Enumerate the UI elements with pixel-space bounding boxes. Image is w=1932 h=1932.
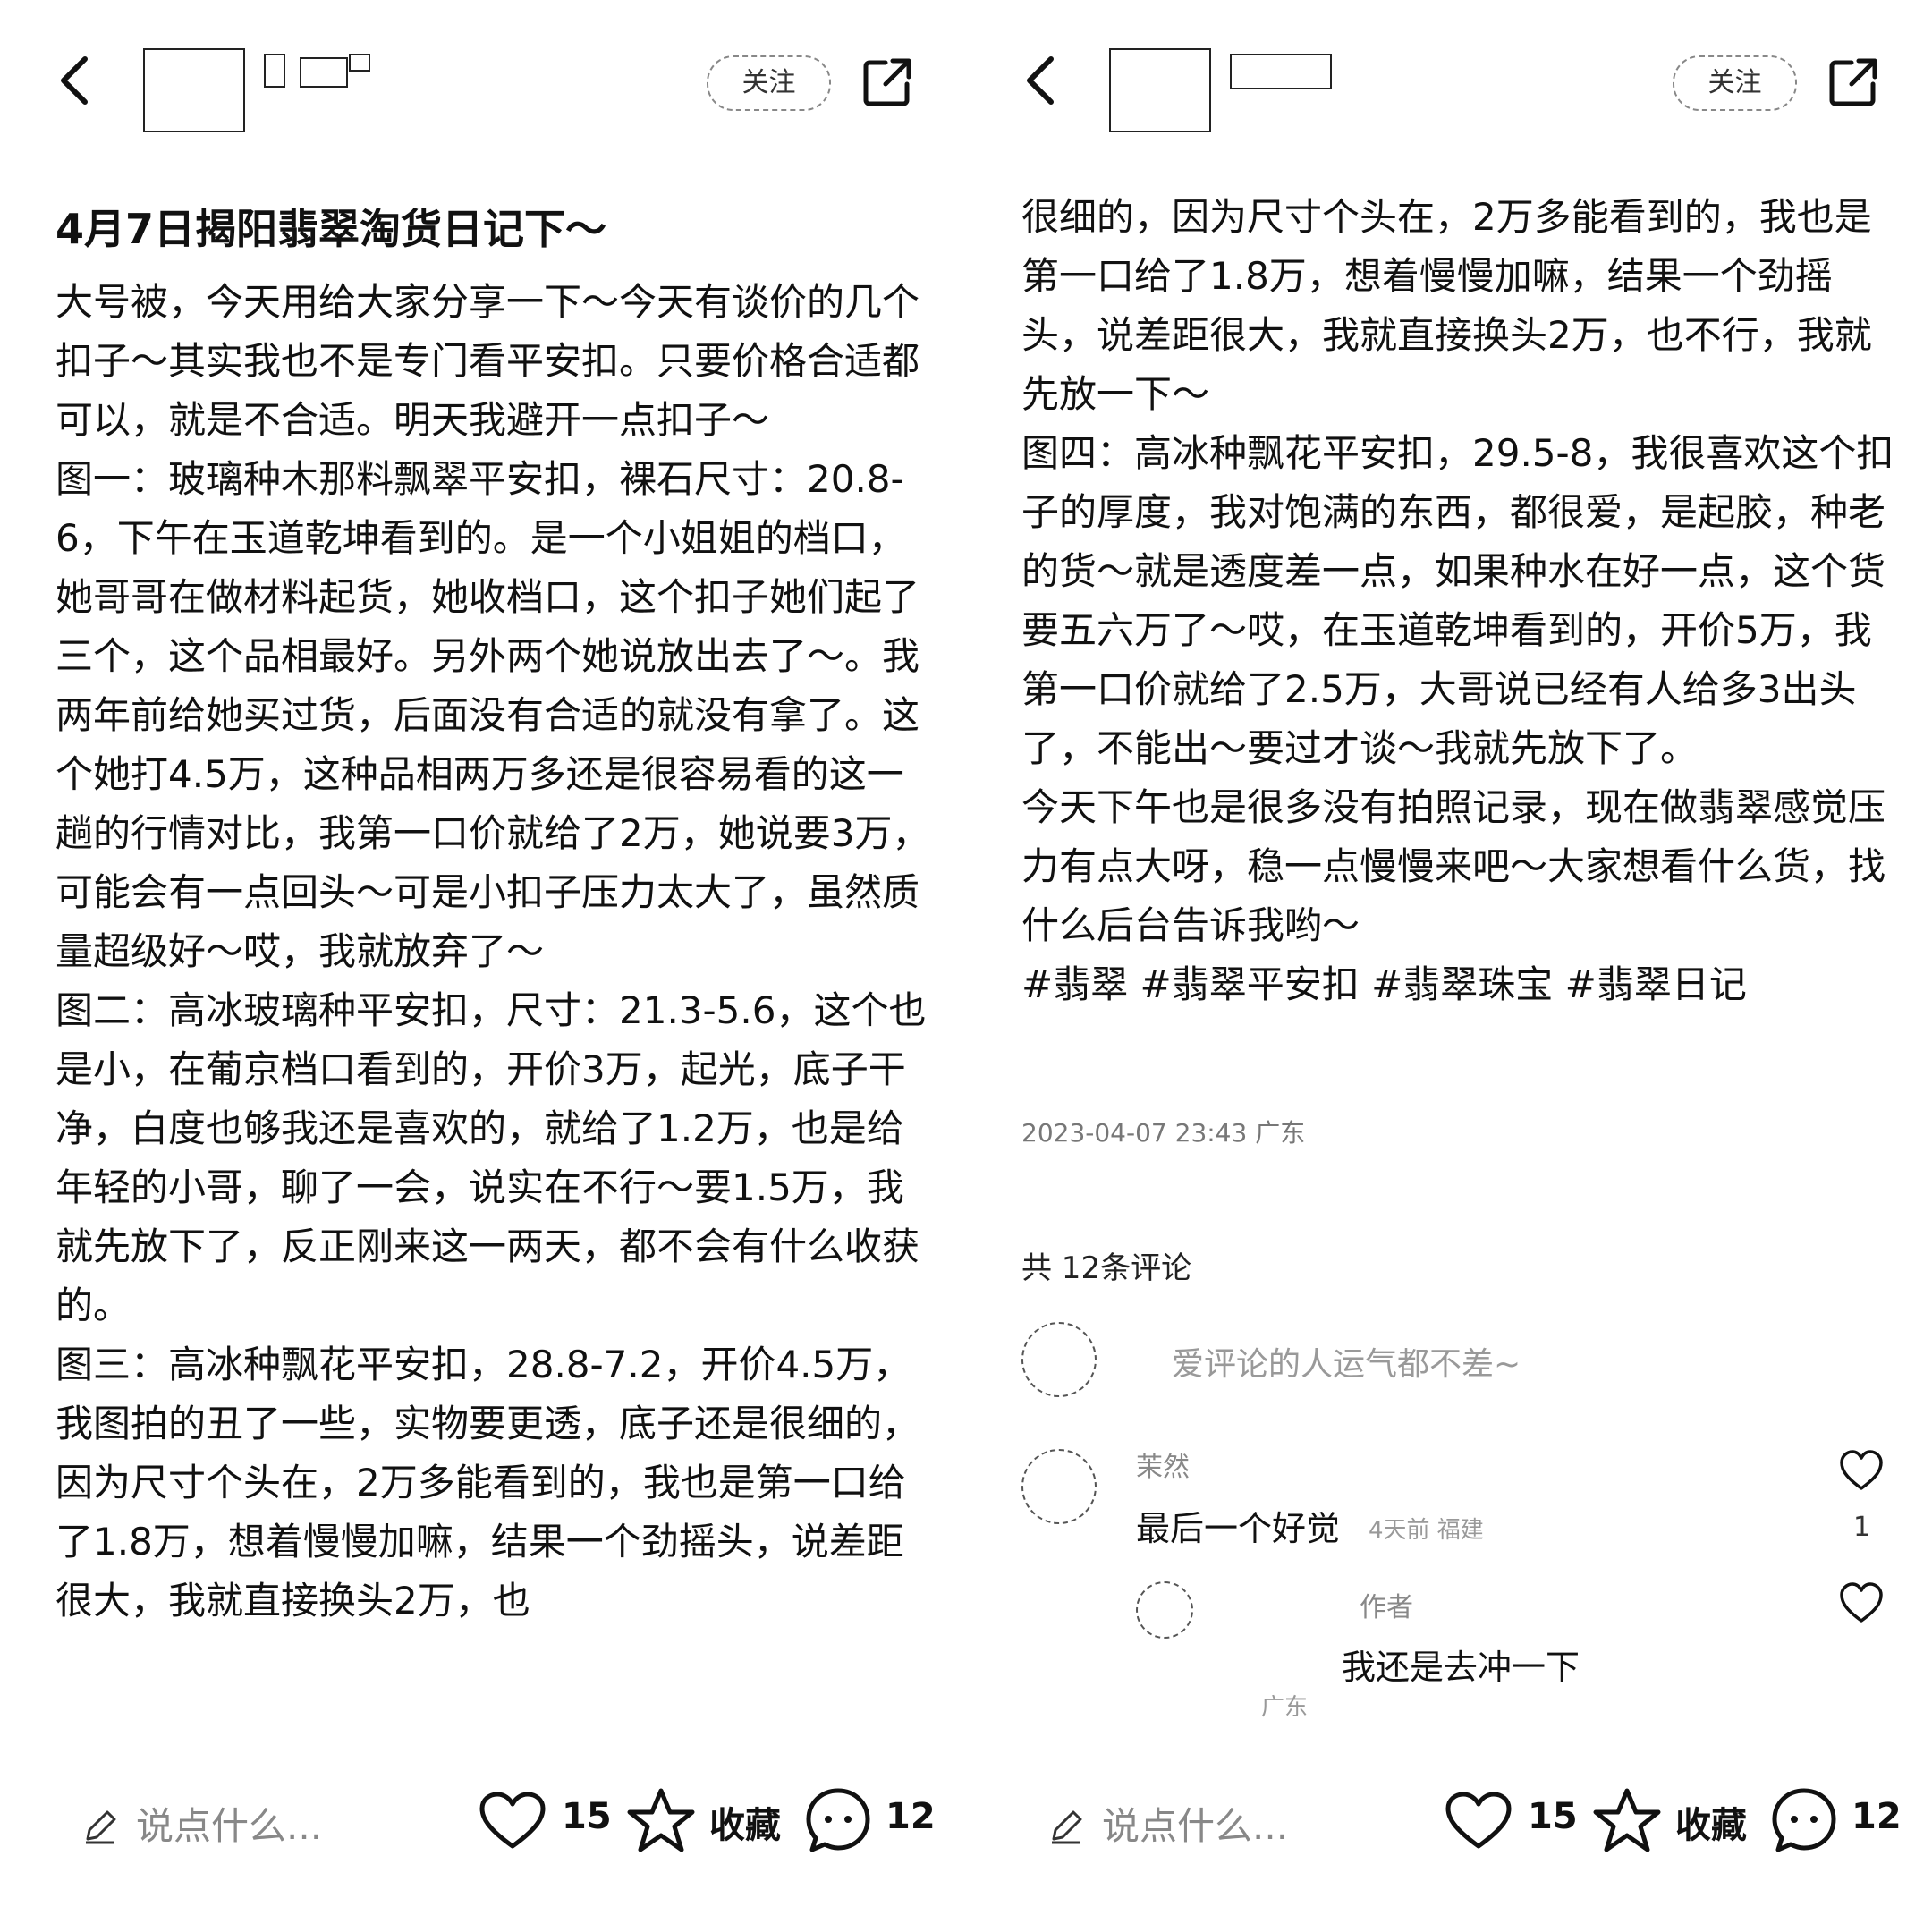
reply-time: 广东 <box>1261 1694 1309 1721</box>
reply-avatar[interactable] <box>1136 1581 1193 1639</box>
post-title: 4月7日揭阳翡翠淘货日记下～ <box>55 205 607 253</box>
comment-input[interactable]: 说点什么... <box>136 1796 322 1851</box>
reply-like-icon[interactable] <box>1838 1580 1885 1626</box>
reply-text[interactable]: 我还是去冲一下 <box>1342 1640 1580 1689</box>
post-screen-left: 关注 4月7日揭阳翡翠淘货日记下～ 大号被，今天用给大家分享一下～今天有谈价的几… <box>0 0 966 1932</box>
comment-like-icon[interactable] <box>1838 1447 1885 1494</box>
back-arrow-icon[interactable] <box>1015 54 1069 107</box>
post-paragraph: 很细的，因为尺寸个头在，2万多能看到的，我也是第一口给了1.8万，想着慢慢加嘛，… <box>1021 195 1872 416</box>
author-tag: 作者 <box>1360 1592 1413 1623</box>
collect-label[interactable]: 收藏 <box>709 1796 781 1848</box>
post-paragraph: 今天下午也是很多没有拍照记录，现在做翡翠感觉压力有点大呀，稳一点慢慢来吧～大家想… <box>1021 785 1886 947</box>
comment-bubble-icon[interactable] <box>803 1785 873 1855</box>
comment-bubble-icon[interactable] <box>1769 1785 1839 1855</box>
post-paragraph: 大号被，今天用给大家分享一下～今天有谈价的几个扣子～其实我也不是专门看平安扣。只… <box>55 280 920 442</box>
follow-button[interactable]: 关注 <box>707 55 831 111</box>
follow-button[interactable]: 关注 <box>1673 55 1797 111</box>
top-bar: 关注 <box>0 36 966 134</box>
post-timestamp-location: 2023-04-07 23:43 广东 <box>1021 1118 1306 1148</box>
author-name[interactable] <box>1230 54 1364 89</box>
post-paragraph: 图四：高冰种飘花平安扣，29.5-8，我很喜欢这个扣子的厚度，我对饱满的东西，都… <box>1021 431 1894 770</box>
like-heart-icon[interactable] <box>479 1791 547 1852</box>
like-count: 15 <box>562 1796 612 1837</box>
post-screen-right: 关注 很细的，因为尺寸个头在，2万多能看到的，我也是第一口给了1.8万，想着慢慢… <box>966 0 1932 1932</box>
post-paragraph: 图二：高冰玻璃种平安扣，尺寸：21.3-5.6，这个也是小，在葡京档口看到的，开… <box>55 988 927 1327</box>
back-arrow-icon[interactable] <box>49 54 103 107</box>
post-paragraph: 图一：玻璃种木那料飘翠平安扣，裸石尺寸：20.8-6，下午在玉道乾坤看到的。是一… <box>55 457 930 973</box>
post-paragraph: 图三：高冰种飘花平安扣，28.8-7.2，开价4.5万，我图拍的丑了一些，实物要… <box>55 1343 920 1623</box>
comment-count: 12 <box>1852 1796 1902 1837</box>
current-user-avatar <box>1021 1322 1097 1397</box>
share-icon[interactable] <box>1826 55 1880 109</box>
comment-time: 4天前 福建 <box>1368 1517 1484 1544</box>
commenter-avatar[interactable] <box>1021 1449 1097 1524</box>
top-bar: 关注 <box>966 36 1932 134</box>
collect-star-icon[interactable] <box>626 1787 696 1853</box>
commenter-name[interactable]: 茉然 <box>1136 1445 1190 1484</box>
post-hashtags[interactable]: #翡翠 #翡翠平安扣 #翡翠珠宝 #翡翠日记 <box>1021 955 1896 1014</box>
author-name[interactable] <box>264 54 398 88</box>
pencil-icon <box>86 1810 116 1844</box>
comments-count-header: 共 12条评论 <box>1021 1250 1192 1286</box>
bottom-action-bar: 说点什么... 15 收藏 12 <box>966 1780 1932 1869</box>
post-body: 很细的，因为尺寸个头在，2万多能看到的，我也是第一口给了1.8万，想着慢慢加嘛，… <box>1021 188 1896 1014</box>
bottom-action-bar: 说点什么... 15 收藏 12 <box>0 1780 966 1869</box>
comment-count: 12 <box>886 1796 936 1837</box>
like-count: 15 <box>1528 1796 1578 1837</box>
pencil-icon <box>1052 1810 1082 1844</box>
author-avatar[interactable] <box>143 48 245 132</box>
comment-text[interactable]: 最后一个好觉 <box>1136 1501 1340 1550</box>
collect-label[interactable]: 收藏 <box>1675 1796 1747 1848</box>
share-icon[interactable] <box>860 55 914 109</box>
post-body: 大号被，今天用给大家分享一下～今天有谈价的几个扣子～其实我也不是专门看平安扣。只… <box>55 273 930 1631</box>
comment-input-prompt[interactable]: 爱评论的人运气都不差~ <box>1172 1338 1521 1385</box>
comment-input[interactable]: 说点什么... <box>1102 1796 1288 1851</box>
comment-like-count: 1 <box>1853 1512 1871 1543</box>
like-heart-icon[interactable] <box>1445 1791 1513 1852</box>
author-avatar[interactable] <box>1109 48 1211 132</box>
collect-star-icon[interactable] <box>1592 1787 1662 1853</box>
